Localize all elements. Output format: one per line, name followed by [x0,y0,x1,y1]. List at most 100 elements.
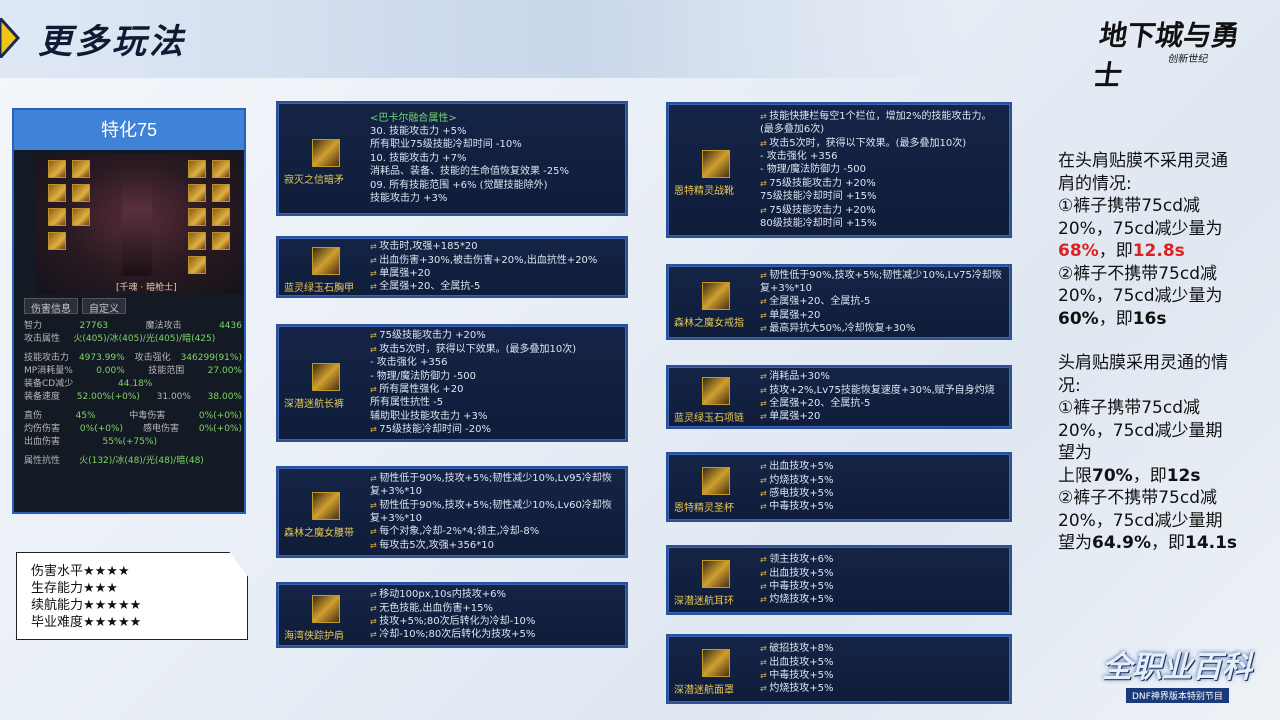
panel-title: 特化75 [14,110,244,150]
rating-sustain: 续航能力★★★★★ [31,598,142,613]
stat-row: 攻击属性 火(405)/冰(405)/光(405)/暗(425) [24,333,242,346]
page-title: 更多玩法 [38,22,186,62]
stat-row: 装备速度 52.00%(+0%) 31.00% 38.00% [24,391,242,404]
item-effect-line: 辅助职业技能攻击力 +3% [370,410,488,422]
rating-survival: 生存能力★★★ [31,581,118,596]
item-effect-line: 75级技能冷却时间 +15% [760,191,877,203]
item-card[interactable]: 蓝灵绿玉石项链 消耗品+30%技攻+2%,Lv75技能恢复速度+30%,赋予自身灼… [666,365,1012,429]
item-icon [702,649,730,677]
stat-label: 攻击属性 [24,334,61,344]
equip-slot-icon[interactable] [48,232,66,250]
note-p1-line1: ①裤子携带75cd减20%，75cd减少量为68%，即12.8s [1058,196,1223,261]
badge-title: 全职业百科 [1102,650,1252,685]
equip-slot-icon[interactable] [188,184,206,202]
stat-row: 属性抗性 火(132)/冰(48)/光(48)/暗(48) [24,455,242,468]
item-effects: 攻击时,攻强+185*20出血伤害+30%,被击伤害+20%,出血抗性+20%单… [370,240,597,294]
equip-slot-icon[interactable] [72,160,90,178]
note-p2-line2: 上限70%，即12s [1058,465,1201,486]
item-name: 深潜迷航长裤 [284,399,344,410]
stat-label: MP消耗量% [24,366,73,376]
tab-damage-info[interactable]: 伤害信息 [24,298,78,315]
item-effect-line: 单属强+20 [760,410,995,423]
stat-row: 出血伤害 55%(+75%) [24,436,242,449]
item-effect-line: 攻击时,攻强+185*20 [370,240,597,253]
equip-slot-icon[interactable] [72,184,90,202]
item-effect-line: 75级技能冷却时间 -20% [370,423,576,436]
item-effect-line: 最高异抗大50%,冷却恢复+30% [760,322,1002,335]
item-effect-line: 领主技攻+6% [760,553,833,566]
equip-slot-icon[interactable] [72,208,90,226]
item-card[interactable]: 恩特精灵战靴 技能快捷栏每空1个栏位，增加2%的技能攻击力。(最多叠加6次)攻击5… [666,102,1012,238]
stat-row: 直伤 45% 中毒伤害 0%(+0%) [24,410,242,423]
equip-slot-icon[interactable] [48,208,66,226]
item-effect-line: 攻击5次时，获得以下效果。(最多叠加10次) [370,343,576,356]
stat-val2: 4436 [219,321,242,331]
stat-val: 4973.99% [78,353,125,363]
item-effect-line: 复+3%*10 [370,486,422,498]
item-effect-line: 技能攻击力 +3% [370,193,448,205]
logo-sub: 创新世纪 [1167,54,1209,65]
item-effect-line: 单属强+20 [760,309,1002,322]
tab-custom[interactable]: 自定义 [82,298,126,315]
stat-label: 装备CD减少 [24,379,74,389]
equip-slot-icon[interactable] [188,208,206,226]
item-card[interactable]: 森林之魔女戒指 韧性低于90%,技攻+5%;韧性减少10%,Lv75冷却恢复+3%… [666,264,1012,340]
equip-slot-icon[interactable] [212,184,230,202]
stat-row: 智力 27763 魔法攻击 4436 [24,320,242,333]
equip-slot-icon[interactable] [48,184,66,202]
note-p2-title: 头肩贴膜采用灵通的情况: [1058,353,1228,396]
item-name: 恩特精灵战靴 [674,186,734,197]
stat-label: 属性抗性 [24,456,61,466]
panel-tabs: 伤害信息 自定义 [24,298,126,315]
item-effects: 技能快捷栏每空1个栏位，增加2%的技能攻击力。(最多叠加6次)攻击5次时，获得以… [760,110,991,231]
stat-val: 0%(+0%) [79,424,124,434]
equip-slot-icon[interactable] [48,160,66,178]
badge-subtitle: DNF神界版本特别节目 [1126,688,1229,703]
equip-slot-icon[interactable] [212,160,230,178]
stat-val: 火(132)/冰(48)/光(48)/暗(48) [79,456,204,466]
item-effect-line: 75级技能攻击力 +20% [760,204,991,217]
item-effect-line: 75级技能攻击力 +20% [370,329,576,342]
item-name: 恩特精灵圣杯 [674,503,734,514]
item-card[interactable]: 深潜迷航面罩 破招技攻+8%出血技攻+5%中毒技攻+5%灼烧技攻+5% [666,634,1012,704]
notes-text: 在头肩贴膜不采用灵通肩的情况: ①裤子携带75cd减20%，75cd减少量为68… [1058,150,1238,555]
item-card[interactable]: 森林之魔女腰带 韧性低于90%,技攻+5%;韧性减少10%,Lv95冷却恢复+3%… [276,466,628,558]
item-effect-line: - 物理/魔法防御力 -500 [370,370,477,382]
equip-slot-icon[interactable] [188,256,206,274]
item-card[interactable]: 寂灭之信暗矛 <巴卡尔融合属性> 30. 技能攻击力 +5% 所有职业75级技能冷却… [276,101,628,216]
stat-label: 技能攻击力 [24,353,70,363]
item-name: 海湾侠踪护肩 [284,631,344,642]
item-card[interactable]: 深潜迷航长裤 75级技能攻击力 +20%攻击5次时，获得以下效果。(最多叠加10次… [276,324,628,442]
stat-val2: 346299(91%) [180,353,242,363]
item-effect-line: 所有职业75级技能冷却时间 -10% [370,139,522,151]
item-card[interactable]: 深潜迷航耳环 领主技攻+6%出血技攻+5%中毒技攻+5%灼烧技攻+5% [666,545,1012,615]
item-name: 蓝灵绿玉石胸甲 [284,283,354,294]
arrow-icon [0,18,20,58]
note-p1-line2: ②裤子不携带75cd减20%，75cd减少量为60%，即16s [1058,263,1223,329]
item-card[interactable]: 蓝灵绿玉石胸甲 攻击时,攻强+185*20出血伤害+30%,被击伤害+20%,出血… [276,236,628,298]
equip-slot-icon[interactable] [188,232,206,250]
item-effects: 75级技能攻击力 +20%攻击5次时，获得以下效果。(最多叠加10次) - 攻击… [370,329,576,436]
stat-label: 灼伤伤害 [24,424,61,434]
item-card[interactable]: 海湾侠踪护肩 移动100px,10s内技攻+6%无色技能,出血伤害+15%技攻+5… [276,582,628,648]
equip-slot-icon[interactable] [188,160,206,178]
stat-row: 装备CD减少 44.18% [24,378,242,391]
item-effect-line: 全属强+20、全属抗-5 [760,295,1002,308]
equip-slot-icon[interactable] [212,232,230,250]
stat-val: 55%(+75%) [102,437,158,447]
equip-slot-icon[interactable] [212,208,230,226]
item-effect-line: (最多叠加6次) [760,124,825,136]
item-effect-line: 每攻击5次,攻强+356*10 [370,539,612,552]
item-name: 寂灭之信暗矛 [284,174,344,186]
note-p2-line3: ②裤子不携带75cd减20%，75cd减少量期望为64.9%，即14.1s [1058,488,1238,553]
item-effects: 韧性低于90%,技攻+5%;韧性减少10%,Lv95冷却恢复+3%*10韧性低于… [370,472,612,552]
item-effect-line: 移动100px,10s内技攻+6% [370,588,535,601]
program-badge: 全职业百科 DNF神界版本特别节目 [1096,640,1276,710]
item-effect-line: - 攻击强化 +356 [370,357,448,369]
item-card[interactable]: 恩特精灵圣杯 出血技攻+5%灼烧技攻+5%感电技攻+5%中毒技攻+5% [666,452,1012,522]
stat-label2: 31.00% [156,392,191,402]
item-effect-line: 中毒技攻+5% [760,669,833,682]
character-figure [122,166,152,276]
item-name: 森林之魔女戒指 [674,318,744,329]
item-effect-line: 冷却-10%;80次后转化为技攻+5% [370,628,535,641]
